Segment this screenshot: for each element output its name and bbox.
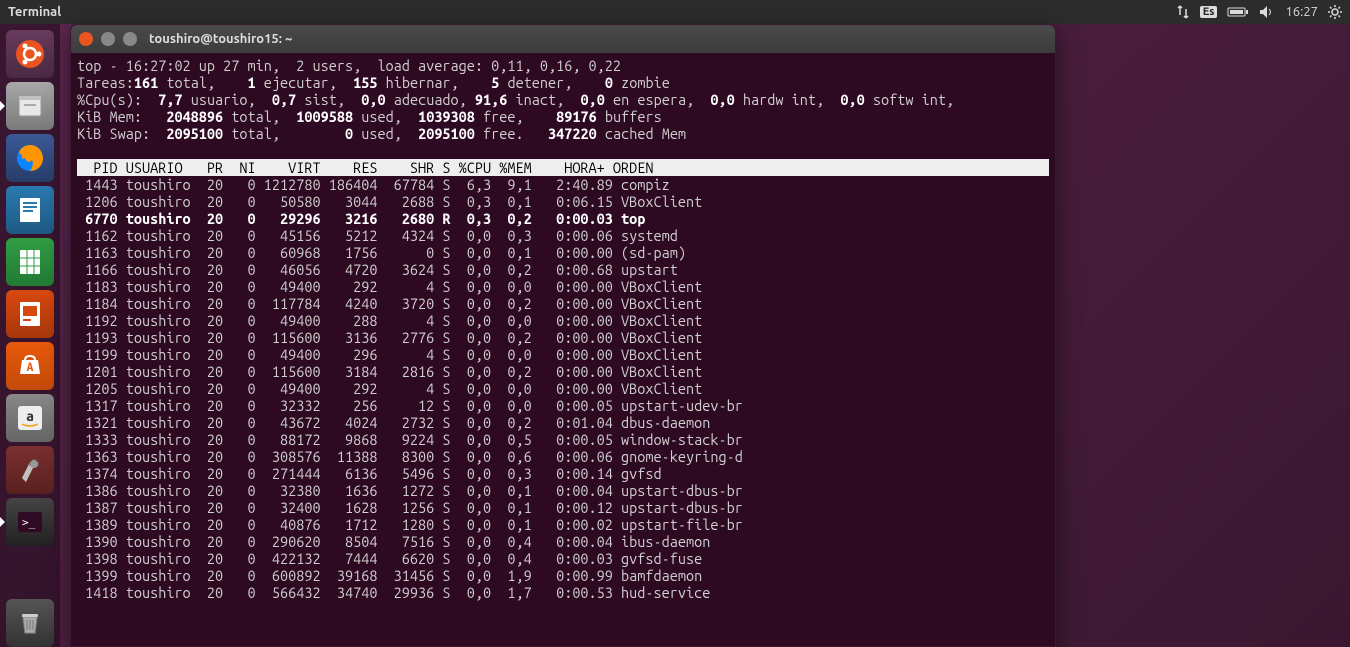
menubar-app-title: Terminal	[8, 5, 61, 19]
window-maximize-button[interactable]	[123, 32, 137, 46]
files-icon[interactable]	[6, 82, 54, 130]
top-menubar: Terminal Es 16:27	[0, 0, 1350, 24]
window-close-button[interactable]	[79, 32, 93, 46]
settings-icon[interactable]	[6, 446, 54, 494]
svg-text:A: A	[27, 361, 34, 374]
window-minimize-button[interactable]	[101, 32, 115, 46]
volume-icon[interactable]	[1259, 5, 1275, 19]
firefox-icon[interactable]	[6, 134, 54, 182]
system-gear-icon[interactable]	[1328, 5, 1342, 19]
battery-icon[interactable]	[1227, 6, 1249, 18]
software-icon[interactable]: A	[6, 342, 54, 390]
writer-icon[interactable]	[6, 186, 54, 234]
impress-icon[interactable]	[6, 290, 54, 338]
terminal-body[interactable]: top - 16:27:02 up 27 min, 2 users, load …	[71, 53, 1055, 646]
ubuntu-dash-icon[interactable]	[6, 30, 54, 78]
calc-icon[interactable]	[6, 238, 54, 286]
svg-text:a: a	[26, 408, 34, 424]
terminal-icon[interactable]: >_	[6, 498, 54, 546]
terminal-title-text: toushiro@toushiro15: ~	[149, 32, 292, 46]
unity-launcher: A a >_	[0, 24, 60, 647]
svg-text:>_: >_	[22, 516, 36, 529]
clock[interactable]: 16:27	[1285, 5, 1318, 19]
network-icon[interactable]	[1176, 5, 1190, 19]
terminal-titlebar[interactable]: toushiro@toushiro15: ~	[71, 25, 1055, 53]
trash-icon[interactable]	[6, 599, 54, 647]
keyboard-layout-indicator[interactable]: Es	[1200, 6, 1218, 18]
amazon-icon[interactable]: a	[6, 394, 54, 442]
terminal-window: toushiro@toushiro15: ~ top - 16:27:02 up…	[70, 24, 1056, 647]
